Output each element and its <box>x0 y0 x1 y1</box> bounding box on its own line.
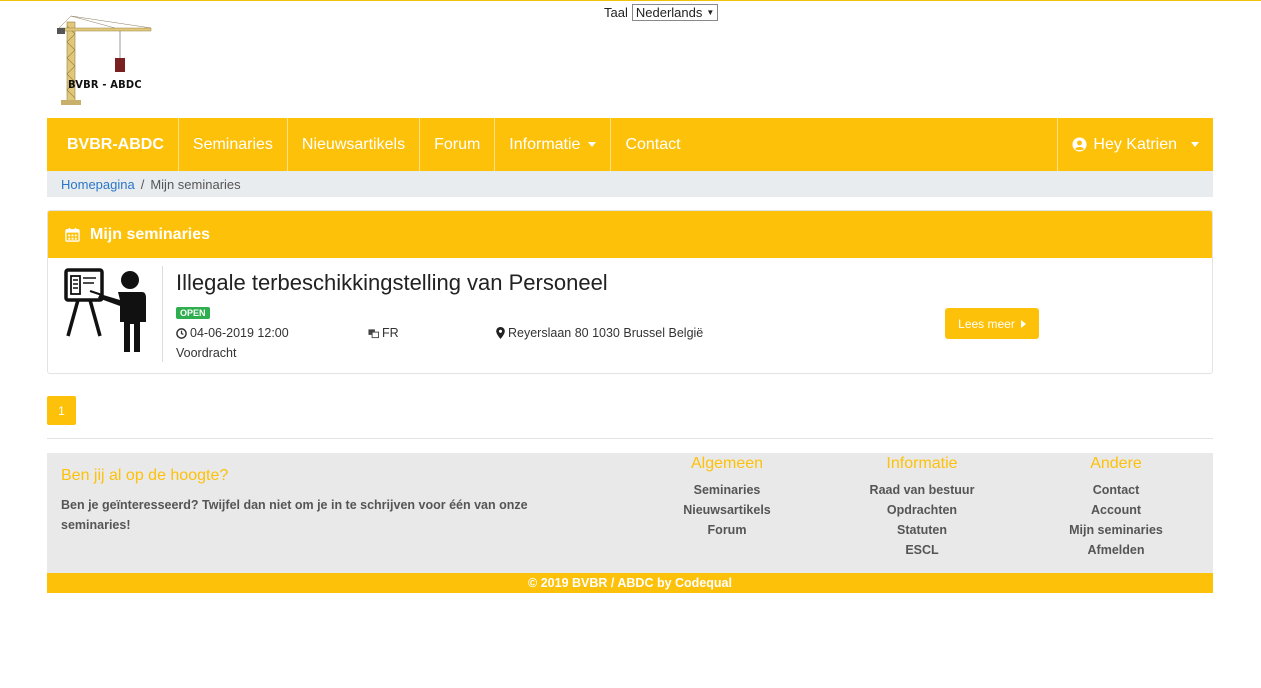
pagination-page-1[interactable]: 1 <box>47 396 76 425</box>
logo-text: BVBR - ABDC <box>68 78 142 91</box>
divider <box>47 438 1213 439</box>
breadcrumb: Homepagina / Mijn seminaries <box>47 171 1213 197</box>
footer-link-opdrachten[interactable]: Opdrachten <box>857 500 987 520</box>
footer-link-seminaries[interactable]: Seminaries <box>667 480 787 500</box>
presenter-icon <box>64 268 146 352</box>
breadcrumb-home-link[interactable]: Homepagina <box>61 177 135 192</box>
card-header-title: Mijn seminaries <box>90 225 211 243</box>
caret-down-icon <box>1191 142 1199 147</box>
user-menu-label: Hey Katrien <box>1093 135 1177 153</box>
nav-forum[interactable]: Forum <box>420 118 496 171</box>
vertical-divider <box>162 266 163 362</box>
main-navbar: BVBR-ABDC Seminaries Nieuwsartikels Foru… <box>47 118 1213 171</box>
seminar-title[interactable]: Illegale terbeschikkingstelling van Pers… <box>176 270 608 296</box>
seminar-language: FR <box>368 326 399 340</box>
nav-seminaries[interactable]: Seminaries <box>179 118 288 171</box>
user-circle-icon <box>1072 137 1087 152</box>
footer-text: Ben je geïnteresseerd? Twijfel dan niet … <box>61 498 528 532</box>
clock-icon <box>176 327 187 339</box>
dropdown-arrow-icon: ▼ <box>706 8 715 17</box>
language-icon <box>368 328 379 338</box>
seminar-item: Illegale terbeschikkingstelling van Pers… <box>48 258 1212 373</box>
seminar-type: Voordracht <box>176 346 237 360</box>
footer-link-contact[interactable]: Contact <box>1051 480 1181 500</box>
footer-title: Ben jij al op de hoogte? <box>61 467 229 484</box>
breadcrumb-current: Mijn seminaries <box>150 176 241 192</box>
language-dropdown[interactable]: Nederlands ▼ <box>631 4 719 21</box>
caret-right-icon <box>1020 319 1026 328</box>
breadcrumb-separator: / <box>140 176 145 192</box>
card-header: Mijn seminaries <box>48 211 1212 258</box>
read-more-button[interactable]: Lees meer <box>945 308 1039 339</box>
footer: Ben jij al op de hoogte? Ben je geïntere… <box>47 453 1213 573</box>
language-label: Taal <box>604 5 628 20</box>
my-seminars-card: Mijn seminaries Illegale terbeschikkings… <box>47 210 1213 374</box>
footer-column-informatie: Informatie Raad van bestuur Opdrachten S… <box>857 455 987 560</box>
footer-link-mijn-seminaries[interactable]: Mijn seminaries <box>1051 520 1181 540</box>
calendar-icon <box>65 227 80 242</box>
map-marker-icon <box>496 327 505 339</box>
nav-informatie[interactable]: Informatie <box>495 118 612 171</box>
footer-link-escl[interactable]: ESCL <box>857 540 987 560</box>
footer-column-algemeen: Algemeen Seminaries Nieuwsartikels Forum <box>667 455 787 540</box>
top-border <box>0 0 1261 1</box>
status-badge: OPEN <box>176 307 210 319</box>
seminar-datetime-value: 04-06-2019 12:00 <box>190 326 289 340</box>
site-logo[interactable] <box>55 14 155 106</box>
language-selector: Taal Nederlands ▼ <box>604 4 719 21</box>
footer-link-statuten[interactable]: Statuten <box>857 520 987 540</box>
caret-down-icon <box>588 142 597 147</box>
footer-link-nieuwsartikels[interactable]: Nieuwsartikels <box>667 500 787 520</box>
footer-link-afmelden[interactable]: Afmelden <box>1051 540 1181 560</box>
nav-brand[interactable]: BVBR-ABDC <box>47 118 179 171</box>
crane-icon <box>57 15 152 105</box>
footer-link-account[interactable]: Account <box>1051 500 1181 520</box>
seminar-location: Reyerslaan 80 1030 Brussel België <box>496 326 703 340</box>
footer-link-forum[interactable]: Forum <box>667 520 787 540</box>
nav-informatie-label: Informatie <box>509 135 581 153</box>
nav-nieuwsartikels[interactable]: Nieuwsartikels <box>288 118 421 171</box>
footer-column-title: Algemeen <box>690 455 764 472</box>
footer-column-andere: Andere Contact Account Mijn seminaries A… <box>1051 455 1181 560</box>
user-menu[interactable]: Hey Katrien <box>1057 118 1213 171</box>
read-more-label: Lees meer <box>958 316 1015 331</box>
footer-column-title: Andere <box>1090 455 1142 472</box>
seminar-datetime: 04-06-2019 12:00 <box>176 326 289 340</box>
copyright-bar: © 2019 BVBR / ABDC by Codequal <box>47 573 1213 593</box>
seminar-location-value: Reyerslaan 80 1030 Brussel België <box>508 326 704 340</box>
footer-column-title: Informatie <box>886 455 958 472</box>
language-value: Nederlands <box>635 5 703 20</box>
nav-contact[interactable]: Contact <box>611 118 694 171</box>
footer-link-raad-van-bestuur[interactable]: Raad van bestuur <box>857 480 987 500</box>
seminar-language-value: FR <box>382 326 399 340</box>
